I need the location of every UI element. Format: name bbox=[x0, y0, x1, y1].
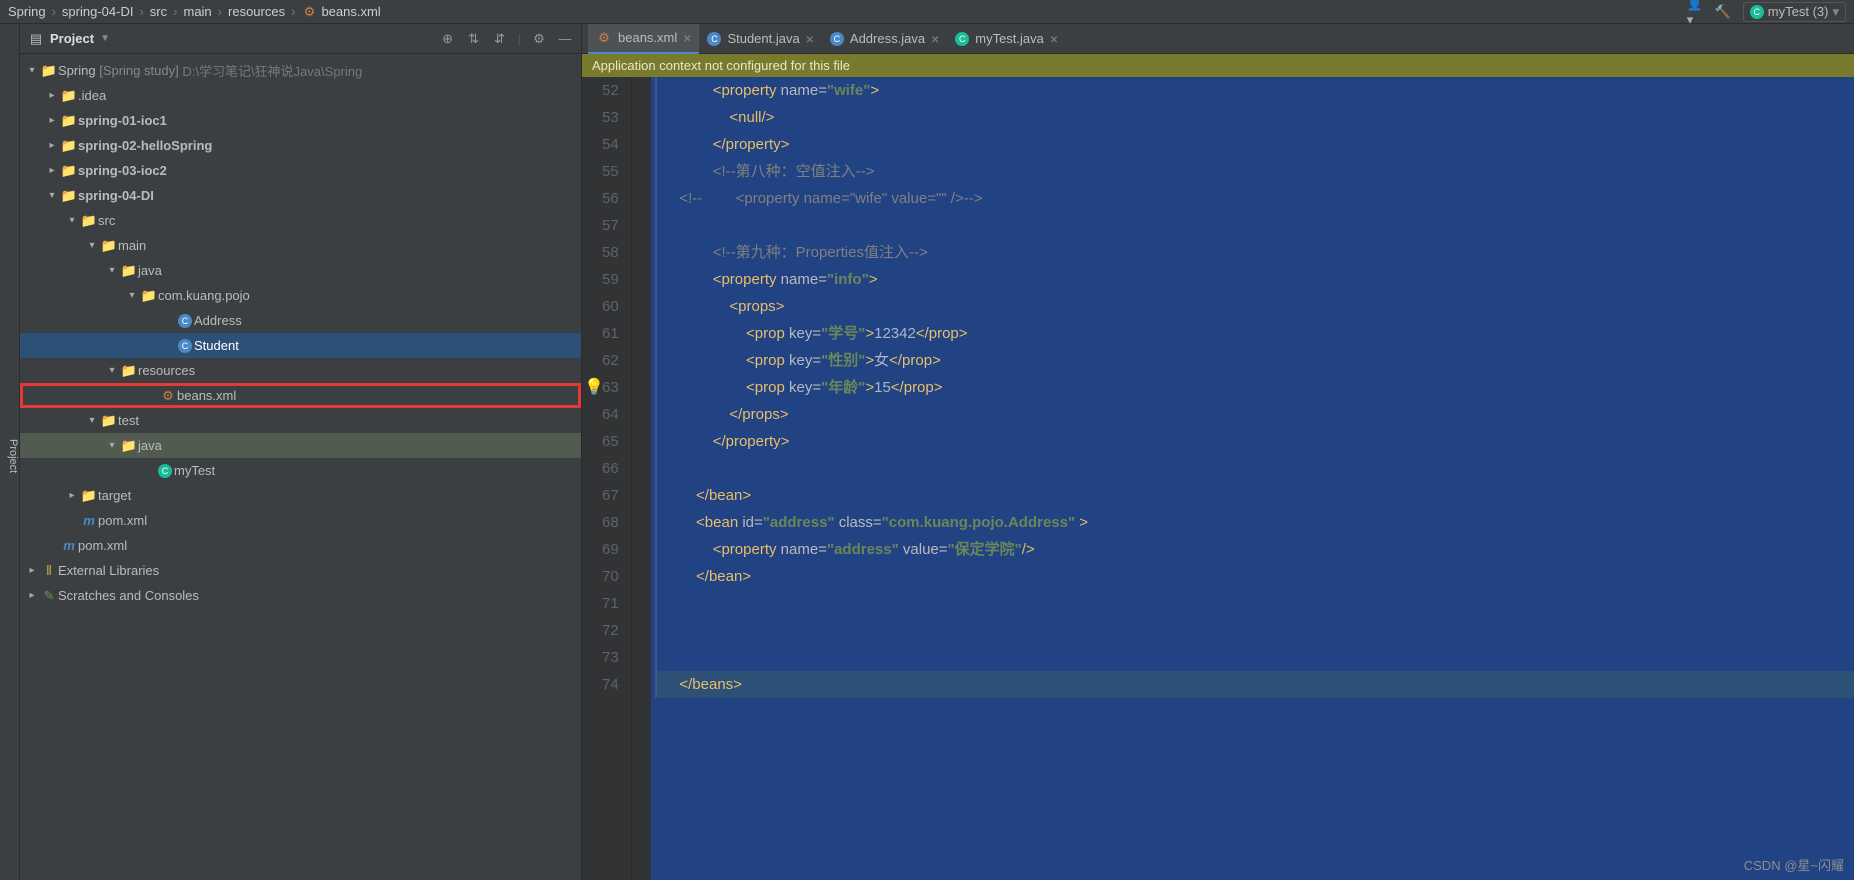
editor-tab[interactable]: CmyTest.java × bbox=[947, 24, 1066, 54]
expand-icon[interactable]: ⇅ bbox=[466, 31, 482, 47]
code-area[interactable]: 5253545556575859606162💡63646566676869707… bbox=[582, 77, 1854, 880]
crumb[interactable]: resources bbox=[228, 4, 285, 19]
tree-beansxml[interactable]: ⚙beans.xml bbox=[20, 383, 581, 408]
crumb[interactable]: spring-04-DI bbox=[62, 4, 134, 19]
tree-idea[interactable]: ▸📁.idea bbox=[20, 83, 581, 108]
tree-mod2[interactable]: ▸📁spring-02-helloSpring bbox=[20, 133, 581, 158]
tree-test[interactable]: ▾📁test bbox=[20, 408, 581, 433]
editor-tab[interactable]: ⚙ beans.xml × bbox=[588, 24, 699, 54]
tree-target[interactable]: ▸📁target bbox=[20, 483, 581, 508]
editor-tab[interactable]: C Student.java × bbox=[699, 24, 821, 54]
tree-main[interactable]: ▾📁main bbox=[20, 233, 581, 258]
locate-icon[interactable]: ⊕ bbox=[440, 31, 456, 47]
tree-mod3[interactable]: ▸📁spring-03-ioc2 bbox=[20, 158, 581, 183]
top-toolbar: Spring› spring-04-DI› src› main› resourc… bbox=[0, 0, 1854, 24]
kotlin-icon: C bbox=[955, 32, 969, 46]
close-icon[interactable]: × bbox=[931, 31, 939, 47]
tab-label: Student.java bbox=[727, 31, 799, 46]
close-icon[interactable]: × bbox=[683, 30, 691, 46]
config-notice[interactable]: Application context not configured for t… bbox=[582, 54, 1854, 77]
editor-area: ⚙beans.xml×CStudent.java×CAddress.java×C… bbox=[582, 24, 1854, 880]
gear-icon[interactable]: ⚙ bbox=[531, 31, 547, 47]
toolbar-right: 👤▾ 🔨 C myTest (3) ▾ bbox=[1687, 2, 1846, 22]
project-panel: ▤ Project ▼ ⊕ ⇅ ⇵ | ⚙ — ▾📁 Spring [Sprin… bbox=[20, 24, 582, 880]
kotlin-icon: C bbox=[1750, 5, 1764, 19]
run-config-selector[interactable]: C myTest (3) ▾ bbox=[1743, 2, 1846, 22]
tree-src[interactable]: ▾📁src bbox=[20, 208, 581, 233]
panel-title: Project bbox=[50, 31, 94, 46]
tree-mod1[interactable]: ▸📁spring-01-ioc1 bbox=[20, 108, 581, 133]
tab-label: Address.java bbox=[850, 31, 925, 46]
root-path: D:\学习笔记\狂神说Java\Spring bbox=[182, 61, 362, 80]
tree-resources[interactable]: ▾📁resources bbox=[20, 358, 581, 383]
collapse-icon[interactable]: ⇵ bbox=[492, 31, 508, 47]
project-side-tab[interactable]: Project bbox=[0, 24, 20, 880]
tree-pom2[interactable]: mpom.xml bbox=[20, 533, 581, 558]
tree-class-address[interactable]: CAddress bbox=[20, 308, 581, 333]
crumb[interactable]: beans.xml bbox=[321, 4, 380, 19]
tree-scratches[interactable]: ▸✎Scratches and Consoles bbox=[20, 583, 581, 608]
tree-mod4[interactable]: ▾📁spring-04-DI bbox=[20, 183, 581, 208]
project-tree[interactable]: ▾📁 Spring [Spring study] D:\学习笔记\狂神说Java… bbox=[20, 54, 581, 880]
user-icon[interactable]: 👤▾ bbox=[1687, 4, 1703, 20]
root-hint: [Spring study] bbox=[99, 63, 179, 78]
tree-java[interactable]: ▾📁java bbox=[20, 258, 581, 283]
tree-mytest[interactable]: CmyTest bbox=[20, 458, 581, 483]
class-icon: C bbox=[707, 32, 721, 46]
editor-tab[interactable]: C Address.java × bbox=[822, 24, 947, 54]
fold-strip bbox=[631, 77, 651, 880]
hide-icon[interactable]: — bbox=[557, 31, 573, 47]
tree-pom1[interactable]: mpom.xml bbox=[20, 508, 581, 533]
class-icon: C bbox=[830, 32, 844, 46]
code-content[interactable]: <property name="wife"> <null/> </propert… bbox=[651, 77, 1854, 880]
tab-label: myTest.java bbox=[975, 31, 1044, 46]
project-icon: ▤ bbox=[28, 31, 44, 47]
tree-external[interactable]: ▸⫴External Libraries bbox=[20, 558, 581, 583]
editor-tabs: ⚙beans.xml×CStudent.java×CAddress.java×C… bbox=[582, 24, 1854, 54]
crumb[interactable]: main bbox=[183, 4, 211, 19]
crumb[interactable]: src bbox=[150, 4, 167, 19]
xml-icon: ⚙ bbox=[301, 4, 317, 20]
watermark: CSDN @星~闪耀 bbox=[1744, 855, 1844, 874]
close-icon[interactable]: × bbox=[1050, 31, 1058, 47]
build-icon[interactable]: 🔨 bbox=[1715, 4, 1731, 20]
root-label: Spring bbox=[58, 63, 96, 78]
crumb[interactable]: Spring bbox=[8, 4, 46, 19]
tree-test-java[interactable]: ▾📁java bbox=[20, 433, 581, 458]
run-config-label: myTest (3) bbox=[1768, 4, 1829, 19]
breadcrumbs: Spring› spring-04-DI› src› main› resourc… bbox=[8, 4, 1687, 20]
tree-class-student[interactable]: CStudent bbox=[20, 333, 581, 358]
gutter: 5253545556575859606162💡63646566676869707… bbox=[582, 77, 631, 880]
tree-root[interactable]: ▾📁 Spring [Spring study] D:\学习笔记\狂神说Java… bbox=[20, 58, 581, 83]
lightbulb-icon[interactable]: 💡 bbox=[584, 374, 604, 401]
close-icon[interactable]: × bbox=[806, 31, 814, 47]
tab-label: beans.xml bbox=[618, 30, 677, 45]
xml-icon: ⚙ bbox=[596, 30, 612, 46]
tree-pkg[interactable]: ▾📁com.kuang.pojo bbox=[20, 283, 581, 308]
project-panel-header: ▤ Project ▼ ⊕ ⇅ ⇵ | ⚙ — bbox=[20, 24, 581, 54]
